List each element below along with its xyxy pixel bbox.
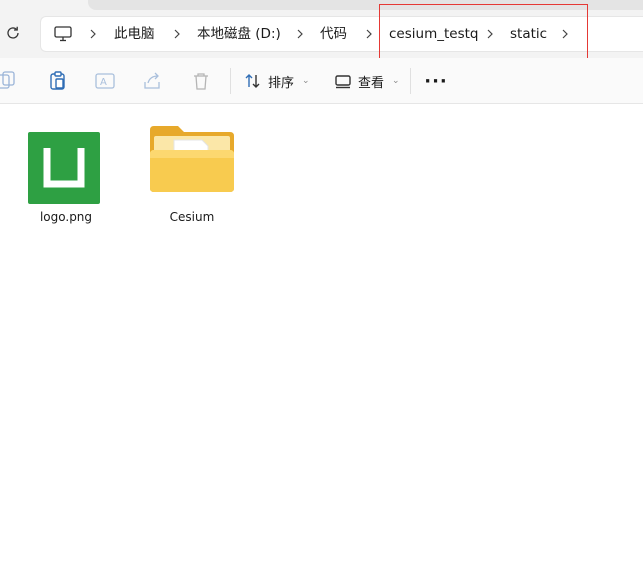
chevron-down-icon: ⌄ <box>302 76 310 86</box>
view-icon <box>335 75 351 89</box>
view-button[interactable]: 查看 ⌄ <box>334 67 400 95</box>
png-image-icon <box>28 132 100 204</box>
file-name: logo.png <box>39 210 93 224</box>
chevron-down-icon: ⌄ <box>392 76 400 86</box>
file-view: logo.png JS Cesium <box>0 104 643 576</box>
view-label: 查看 <box>358 75 385 91</box>
breadcrumb-this-pc[interactable]: 此电脑 <box>114 17 155 51</box>
breadcrumb-local-disk-d[interactable]: 本地磁盘 (D:) <box>197 17 281 51</box>
highlight-box <box>379 4 588 63</box>
file-name: Cesium <box>169 210 215 224</box>
more-icon: ··· <box>424 70 448 92</box>
refresh-icon <box>7 26 19 39</box>
toolbar-divider <box>410 68 411 94</box>
refresh-button[interactable] <box>2 22 24 44</box>
toolbar-divider <box>230 68 231 94</box>
chevron-right-icon[interactable] <box>294 28 306 40</box>
file-item-logo-png[interactable]: logo.png <box>18 104 114 224</box>
copy-icon[interactable] <box>0 70 22 92</box>
rename-icon[interactable]: A <box>94 70 116 92</box>
svg-text:A: A <box>100 77 107 88</box>
breadcrumb-code[interactable]: 代码 <box>320 17 347 51</box>
sort-label: 排序 <box>268 75 295 91</box>
more-options-button[interactable]: ··· <box>424 70 448 92</box>
paste-icon[interactable] <box>47 70 69 92</box>
computer-icon[interactable] <box>53 25 73 43</box>
share-icon[interactable] <box>142 70 164 92</box>
command-bar: A 排序 ⌄ 查看 ⌄ ··· <box>0 58 643 104</box>
chevron-right-icon[interactable] <box>171 28 183 40</box>
chevron-right-icon[interactable] <box>363 28 375 40</box>
file-item-cesium-folder[interactable]: JS Cesium <box>144 104 240 224</box>
sort-icon <box>245 74 260 88</box>
folder-icon: JS <box>150 126 234 192</box>
sort-button[interactable]: 排序 ⌄ <box>244 67 310 95</box>
delete-icon[interactable] <box>190 70 212 92</box>
chevron-right-icon[interactable] <box>87 28 99 40</box>
